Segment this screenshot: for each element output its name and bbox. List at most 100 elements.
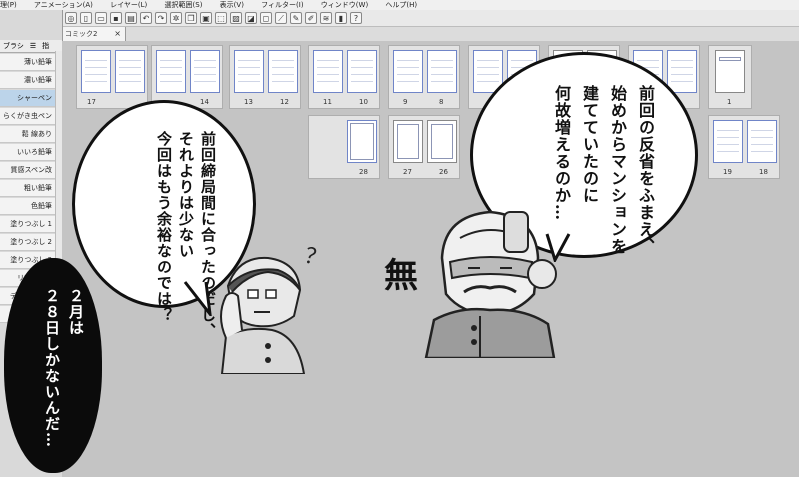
page-number: 11 [323, 98, 332, 106]
page-number: 26 [439, 168, 448, 176]
open-file-icon[interactable]: ▭ [95, 12, 107, 24]
menu-item[interactable]: アニメーション(A) [34, 0, 93, 10]
new-file-icon[interactable]: ▯ [80, 12, 92, 24]
page-thumbnail[interactable] [393, 120, 423, 163]
page-thumbnail[interactable] [713, 120, 743, 163]
page-thumbnail[interactable] [427, 120, 457, 163]
page-number: 27 [403, 168, 412, 176]
page-number: 14 [200, 98, 209, 106]
speech-line: 始めからマンションを [608, 85, 627, 255]
page-number: 18 [759, 168, 768, 176]
brush-item[interactable]: いいろ鉛筆 [0, 144, 55, 161]
page-number: 19 [723, 168, 732, 176]
app-icon[interactable]: ◎ [65, 12, 77, 24]
page-number: 10 [359, 98, 368, 106]
print-icon[interactable]: ▤ [125, 12, 137, 24]
undo-icon[interactable]: ↶ [140, 12, 152, 24]
menu-item[interactable]: フィルター(I) [261, 0, 303, 10]
speech-line: ２８日しかないんだ… [43, 288, 61, 448]
page-spread[interactable]: 19 18 [708, 115, 780, 179]
select-icon[interactable]: ◻ [260, 12, 272, 24]
menu-item[interactable]: 選択範囲(S) [165, 0, 203, 10]
page-thumbnail[interactable] [715, 50, 745, 93]
page-thumbnail[interactable] [747, 120, 777, 163]
page-thumbnail[interactable] [347, 120, 377, 163]
speech-line: 建てていたのに [580, 85, 599, 204]
paste-icon[interactable]: ▣ [200, 12, 212, 24]
document-tab-bar: コミック2 × [62, 27, 799, 41]
brush-item[interactable]: 塗りつぶし 2 [0, 234, 55, 251]
tab-finger[interactable]: 指 [39, 42, 52, 50]
page-number: 1 [727, 98, 732, 106]
page-thumbnail[interactable] [427, 50, 457, 93]
document-tab[interactable]: コミック2 × [62, 27, 126, 41]
brush-item[interactable]: 粗い鉛筆 [0, 180, 55, 197]
page-spread[interactable]: 1 [708, 45, 752, 109]
speech-line: ２月は [67, 288, 85, 336]
layers-icon[interactable]: ≋ [320, 12, 332, 24]
page-number: 12 [280, 98, 289, 106]
page-thumbnail[interactable] [81, 50, 111, 93]
page-thumbnail[interactable] [667, 50, 697, 93]
list-icon[interactable]: ☰ [27, 42, 39, 50]
page-spread[interactable]: 9 8 [388, 45, 460, 109]
brush-item-active[interactable]: シャーペン [0, 90, 55, 107]
menu-bar: 理(P) アニメーション(A) レイヤー(L) 選択範囲(S) 表示(V) フィ… [0, 0, 799, 10]
page-number: 17 [87, 98, 96, 106]
speech-text: ２月は ２８日しかないんだ… [40, 288, 88, 458]
brush-item[interactable]: 濃い鉛筆 [0, 72, 55, 89]
page-number: 28 [359, 168, 368, 176]
menu-item[interactable]: 表示(V) [220, 0, 244, 10]
command-bar: ◎ ▯ ▭ ▪ ▤ ↶ ↷ ✲ ❐ ▣ ⬚ ▨ ◪ ◻ ⟋ ✎ ✐ ≋ ▮ ? [62, 10, 799, 27]
sfx-text: 無 [384, 256, 418, 296]
character-illustration-left [220, 256, 306, 374]
speech-line: それよりは少ない [177, 131, 195, 259]
page-thumbnail[interactable] [313, 50, 343, 93]
menu-item[interactable]: 理(P) [0, 0, 17, 10]
menu-item[interactable]: ヘルプ(H) [385, 0, 417, 10]
page-thumbnail[interactable] [234, 50, 264, 93]
sidebar-tabs: ブラシ ☰ 指 [0, 40, 62, 53]
page-thumbnail[interactable] [190, 50, 220, 93]
page-thumbnail[interactable] [268, 50, 298, 93]
page-spread[interactable]: 27 26 [388, 115, 460, 179]
transform-icon[interactable]: ⬚ [215, 12, 227, 24]
speech-line: 前回の反省をふまえ、 [636, 85, 655, 255]
brush-item[interactable]: 薄い鉛筆 [0, 54, 55, 71]
brush-item[interactable]: 塗りつぶし 1 [0, 216, 55, 233]
speech-line: 今回はもう余裕なのでは？ [155, 131, 173, 323]
brush-item[interactable]: 色鉛筆 [0, 198, 55, 215]
brush-item[interactable]: 質感スペン改 [0, 162, 55, 179]
ruler-icon[interactable]: ⟋ [275, 12, 287, 24]
character-illustration-right [424, 210, 557, 358]
speech-text: 前回の反省をふまえ、 始めからマンションを 建てていたのに 何故増えるのか… [547, 85, 659, 255]
pen-icon[interactable]: ✎ [290, 12, 302, 24]
page-thumbnail[interactable] [156, 50, 186, 93]
page-thumbnail[interactable] [115, 50, 145, 93]
tab-brush[interactable]: ブラシ [0, 42, 27, 50]
page-number: 8 [439, 98, 444, 106]
book-icon[interactable]: ▮ [335, 12, 347, 24]
page-spread[interactable]: 11 10 [308, 45, 380, 109]
brush-item[interactable]: 鬆 線あり [0, 126, 55, 143]
page-spread[interactable]: 17 [76, 45, 148, 109]
copy-icon[interactable]: ❐ [185, 12, 197, 24]
redo-icon[interactable]: ↷ [155, 12, 167, 24]
page-thumbnail[interactable] [393, 50, 423, 93]
page-thumbnail[interactable] [347, 50, 377, 93]
menu-item[interactable]: ウィンドウ(W) [321, 0, 368, 10]
menu-item[interactable]: レイヤー(L) [110, 0, 147, 10]
page-spread[interactable]: 28 [308, 115, 380, 179]
black-speech-bubble: ２月は ２８日しかないんだ… [4, 258, 102, 473]
fill-icon[interactable]: ◪ [245, 12, 257, 24]
page-spread[interactable]: 13 12 [229, 45, 301, 109]
close-icon[interactable]: × [114, 27, 121, 41]
settings-icon[interactable]: ✲ [170, 12, 182, 24]
document-tab-label: コミック2 [65, 30, 98, 38]
help-icon[interactable]: ? [350, 12, 362, 24]
save-icon[interactable]: ▪ [110, 12, 122, 24]
page-number: 13 [244, 98, 253, 106]
brush-item[interactable]: らくがき虫ペン [0, 108, 55, 125]
edit-icon[interactable]: ✐ [305, 12, 317, 24]
clear-icon[interactable]: ▨ [230, 12, 242, 24]
